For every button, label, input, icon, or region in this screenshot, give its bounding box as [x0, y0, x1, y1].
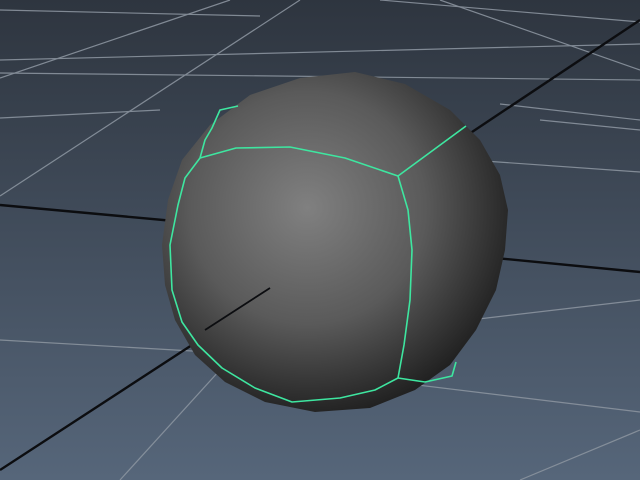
viewport-3d[interactable] — [0, 0, 640, 480]
viewport-canvas[interactable] — [0, 0, 640, 480]
